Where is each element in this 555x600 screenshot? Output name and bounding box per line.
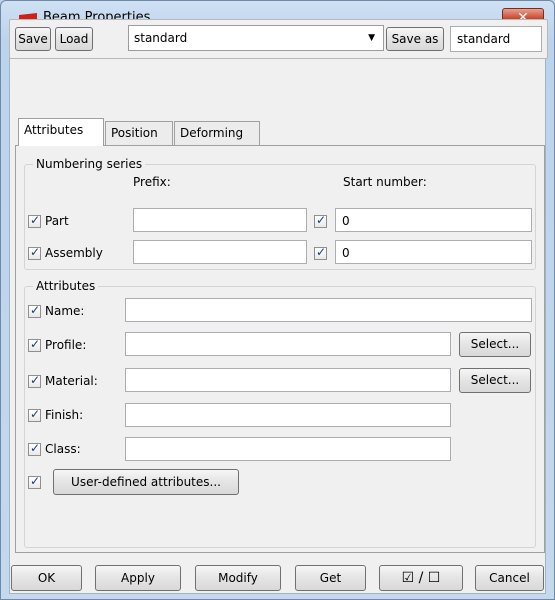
apply-button[interactable]: Apply (95, 565, 181, 591)
assembly-start-number-value: 0 (342, 246, 350, 260)
part-start-number-value: 0 (342, 214, 350, 228)
material-input[interactable] (125, 368, 451, 392)
tab-attributes[interactable]: Attributes (18, 118, 104, 146)
attributes-tab-panel: Numbering series Prefix: Start number: P… (15, 145, 545, 553)
save-as-button[interactable]: Save as (386, 27, 444, 51)
toggle-all-checkboxes-button[interactable]: ☑ / ☐ (379, 565, 463, 591)
finish-input[interactable] (125, 403, 451, 427)
tab-deforming[interactable]: Deforming (174, 121, 260, 145)
part-start-number-input[interactable]: 0 (335, 208, 532, 232)
preset-value: standard (134, 31, 188, 45)
udas-checkbox[interactable] (28, 474, 41, 489)
finish-checkbox[interactable] (28, 407, 41, 422)
profile-input[interactable] (125, 332, 451, 356)
profile-label: Profile: (45, 338, 87, 352)
numbering-series-title: Numbering series (33, 157, 146, 171)
part-checkbox[interactable] (28, 213, 41, 228)
preset-toolbar: Save Load standard ▼ Save as standard (9, 19, 548, 59)
assembly-checkbox[interactable] (28, 245, 41, 260)
material-checkbox[interactable] (28, 373, 41, 388)
profile-checkbox[interactable] (28, 337, 41, 352)
cancel-button[interactable]: Cancel (475, 565, 544, 591)
class-checkbox[interactable] (28, 441, 41, 456)
assembly-start-checkbox[interactable] (314, 245, 327, 260)
finish-label: Finish: (45, 408, 84, 422)
save-as-name-input[interactable]: standard (450, 26, 542, 52)
material-label: Material: (45, 374, 98, 388)
assembly-prefix-input[interactable] (133, 240, 307, 264)
ok-button[interactable]: OK (11, 565, 82, 591)
numbering-series-group: Numbering series Prefix: Start number: P… (24, 157, 536, 270)
beam-properties-window: Beam Properties ✕ Save Load standard ▼ S… (0, 0, 555, 600)
modify-button[interactable]: Modify (195, 565, 281, 591)
user-defined-attributes-button[interactable]: User-defined attributes... (53, 469, 239, 495)
assembly-start-number-input[interactable]: 0 (335, 240, 532, 264)
part-prefix-input[interactable] (133, 208, 307, 232)
attributes-group: Attributes Name: Profile: Select... Mate… (24, 279, 536, 548)
class-label: Class: (45, 442, 81, 456)
material-select-button[interactable]: Select... (459, 368, 531, 393)
start-number-header: Start number: (343, 175, 427, 189)
load-button[interactable]: Load (55, 27, 93, 51)
save-button[interactable]: Save (15, 27, 51, 51)
preset-select[interactable]: standard ▼ (128, 25, 384, 51)
save-as-name-value: standard (457, 32, 511, 46)
name-label: Name: (45, 304, 85, 318)
tab-position[interactable]: Position (105, 121, 173, 145)
part-start-checkbox[interactable] (314, 213, 327, 228)
get-button[interactable]: Get (295, 565, 366, 591)
attributes-group-title: Attributes (33, 279, 99, 293)
assembly-label: Assembly (45, 246, 103, 260)
prefix-header: Prefix: (133, 175, 171, 189)
chevron-down-icon: ▼ (368, 33, 375, 43)
class-input[interactable] (125, 437, 451, 461)
dialog-footer: OK Apply Modify Get ☑ / ☐ Cancel (9, 563, 548, 595)
profile-select-button[interactable]: Select... (459, 332, 531, 357)
name-checkbox[interactable] (28, 303, 41, 318)
part-label: Part (45, 214, 69, 228)
name-input[interactable] (125, 298, 532, 322)
